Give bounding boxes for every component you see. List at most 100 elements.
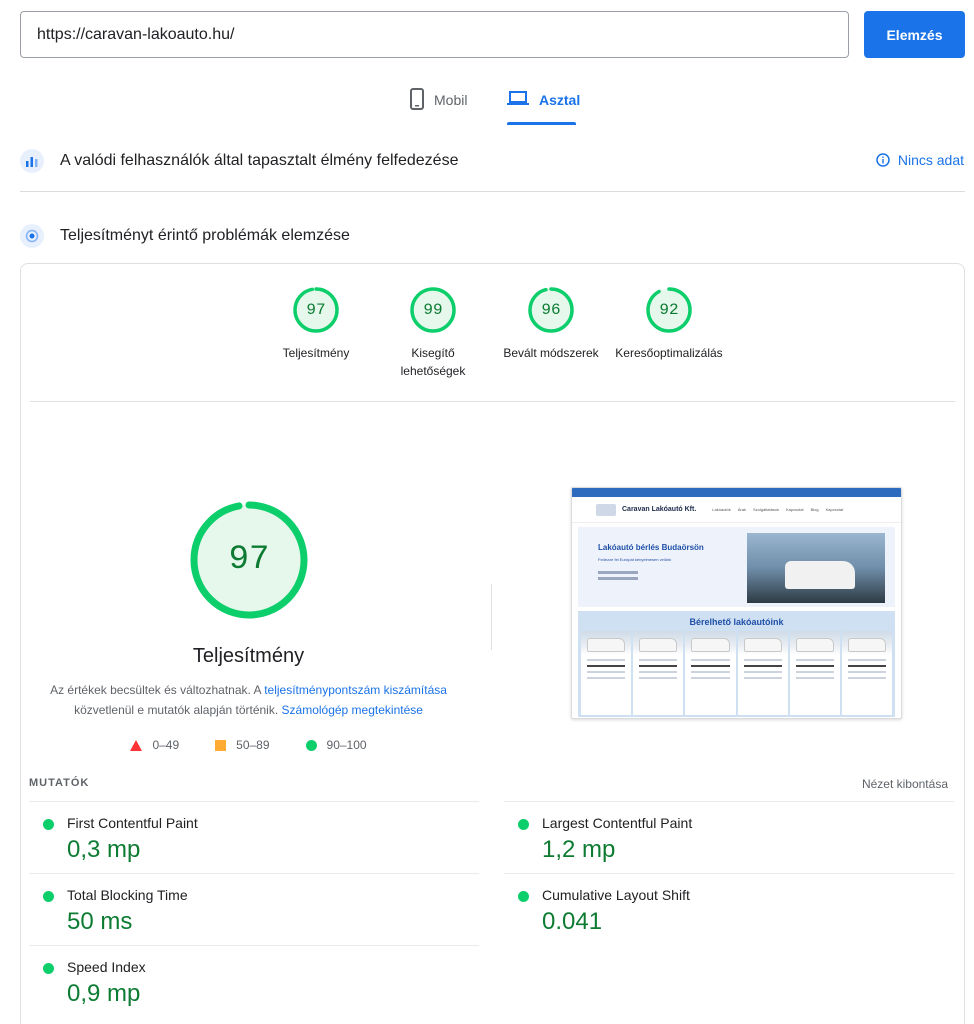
rental-card <box>789 631 840 715</box>
metric-name: Cumulative Layout Shift <box>542 887 690 903</box>
category-gauges: 97 Teljesítmény 99 Kisegítő lehetőségek <box>21 286 964 396</box>
screenshot-menu-item: Kapcsolat <box>825 507 844 512</box>
report-card: 97 Teljesítmény 99 Kisegítő lehetőségek <box>20 263 965 1024</box>
screenshot-hero-title: Lakóautó bérlés Budaörsön <box>598 543 704 552</box>
metric-name: Largest Contentful Paint <box>542 815 693 831</box>
crux-section-header: A valódi felhasználók által tapasztalt é… <box>20 149 458 173</box>
disclaimer-text-2: közvetlenül e mutatók alapján történik. <box>74 703 282 717</box>
gauges-divider <box>30 401 955 402</box>
gauge-label-line1: Kisegítő <box>411 346 455 360</box>
analyze-button[interactable]: Elemzés <box>864 11 965 58</box>
gauge-score: 92 <box>659 301 679 319</box>
performance-big-gauge: 97 <box>189 500 309 620</box>
pass-circle-icon <box>43 819 54 830</box>
lab-data-icon <box>20 224 44 248</box>
crux-title: A valódi felhasználók által tapasztalt é… <box>60 152 459 169</box>
no-data-label: Nincs adat <box>897 152 964 168</box>
metrics-section-label: MUTATÓK <box>29 777 90 789</box>
screenshot-rentals-title: Bérelhető lakóautóink <box>689 617 784 627</box>
metric-name: First Contentful Paint <box>67 815 198 831</box>
legend-pass-label: 90–100 <box>326 738 367 752</box>
screenshot-banner <box>572 488 901 497</box>
gauge-score: 99 <box>423 301 443 319</box>
disclaimer-text-1: Az értékek becsültek és változhatnak. A <box>50 683 265 697</box>
screenshot-brand: Caravan Lakóautó Kft. <box>622 506 697 513</box>
motorhome-image <box>785 561 855 589</box>
legend-average: 50–89 <box>215 738 270 752</box>
square-icon <box>215 739 227 751</box>
rental-card <box>841 631 893 715</box>
gauge-ring: 97 <box>292 286 340 334</box>
tab-mobile[interactable]: Mobil <box>410 88 467 124</box>
screenshot-menu-item: Blog <box>810 507 819 512</box>
section-divider <box>20 191 965 192</box>
screenshot-hero-sub: Fedezze fel Európát kényelmesen velünk <box>598 557 672 562</box>
metric-lcp: Largest Contentful Paint 1,2 mp <box>504 801 954 873</box>
pass-circle-icon <box>43 891 54 902</box>
metric-cls: Cumulative Layout Shift 0.041 <box>504 873 954 945</box>
metric-value: 0,3 mp <box>67 836 141 863</box>
screenshot-nav: Caravan Lakóautó Kft. Lakóautók Árak Szo… <box>572 497 901 523</box>
performance-disclaimer: Az értékek becsültek és változhatnak. A … <box>41 680 456 720</box>
tab-desktop-label: Asztal <box>539 92 581 108</box>
legend-fail-label: 0–49 <box>152 738 180 752</box>
triangle-icon <box>130 739 143 751</box>
legend-fail: 0–49 <box>130 738 179 752</box>
screenshot-hero: Lakóautó bérlés Budaörsön Fedezze fel Eu… <box>578 527 895 607</box>
gauge-score: 97 <box>306 301 326 319</box>
screenshot-menu-item: Szolgáltatások <box>753 507 780 512</box>
pass-circle-icon <box>43 963 54 974</box>
rental-card <box>685 631 736 715</box>
pass-circle-icon <box>518 891 529 902</box>
metric-value: 50 ms <box>67 908 133 935</box>
screenshot-menu-item: Lakóautók <box>712 507 731 512</box>
rental-card <box>581 631 632 715</box>
metric-name: Speed Index <box>67 959 146 975</box>
metric-value: 1,2 mp <box>542 836 616 863</box>
expand-view-toggle[interactable]: Nézet kibontása <box>862 777 948 791</box>
legend-pass: 90–100 <box>305 738 367 752</box>
screenshot-logo <box>596 503 616 516</box>
tab-desktop[interactable]: Asztal <box>507 88 580 124</box>
screenshot-contact-lines <box>598 571 658 585</box>
lighthouse-section-header: Teljesítményt érintő problémák elemzése <box>20 224 350 248</box>
metric-value: 0.041 <box>542 908 603 935</box>
tab-mobile-label: Mobil <box>434 92 468 108</box>
gauge-ring: 96 <box>527 286 575 334</box>
screenshot-menu-item: Árak <box>737 507 746 512</box>
gauge-ring: 99 <box>409 286 457 334</box>
legend-average-label: 50–89 <box>236 738 270 752</box>
gauge-label-line2: lehetőségek <box>400 364 466 378</box>
screenshot-rentals: Bérelhető lakóautóink <box>578 611 895 717</box>
lighthouse-title: Teljesítményt érintő problémák elemzése <box>60 227 350 244</box>
url-input[interactable] <box>20 11 849 58</box>
performance-score: 97 <box>228 541 270 579</box>
vertical-separator <box>491 584 492 650</box>
score-legend: 0–49 50–89 90–100 <box>21 738 476 752</box>
no-data-link[interactable]: Nincs adat <box>876 152 964 168</box>
metric-fcp: First Contentful Paint 0,3 mp <box>29 801 479 873</box>
gauge-seo[interactable]: 92 Keresőoptimalizálás <box>599 286 739 362</box>
screenshot-menu: Lakóautók Árak Szolgáltatások Kapcsolat … <box>712 507 843 512</box>
gauge-score: 96 <box>541 301 561 319</box>
laptop-icon <box>507 91 529 105</box>
metric-si: Speed Index 0,9 mp <box>29 945 479 1017</box>
gauge-label: Keresőoptimalizálás <box>615 346 723 360</box>
info-icon <box>876 153 890 167</box>
screenshot-rental-grid <box>578 627 895 718</box>
metric-value: 0,9 mp <box>67 980 141 1007</box>
gauge-ring: 92 <box>645 286 693 334</box>
metric-tbt: Total Blocking Time 50 ms <box>29 873 479 945</box>
circle-icon <box>305 739 317 751</box>
pass-circle-icon <box>518 819 529 830</box>
screenshot-menu-item: Kapcsolat <box>786 507 804 512</box>
calculator-link[interactable]: Számológép megtekintése <box>282 703 423 717</box>
rental-card <box>737 631 788 715</box>
active-tab-indicator <box>507 122 576 125</box>
score-calculation-link[interactable]: teljesítménypontszám kiszámítása <box>264 683 447 697</box>
metric-name: Total Blocking Time <box>67 887 188 903</box>
field-data-icon <box>20 149 44 173</box>
performance-title: Teljesítmény <box>192 645 305 667</box>
rental-card <box>633 631 684 715</box>
page-screenshot[interactable]: Caravan Lakóautó Kft. Lakóautók Árak Szo… <box>571 487 902 719</box>
